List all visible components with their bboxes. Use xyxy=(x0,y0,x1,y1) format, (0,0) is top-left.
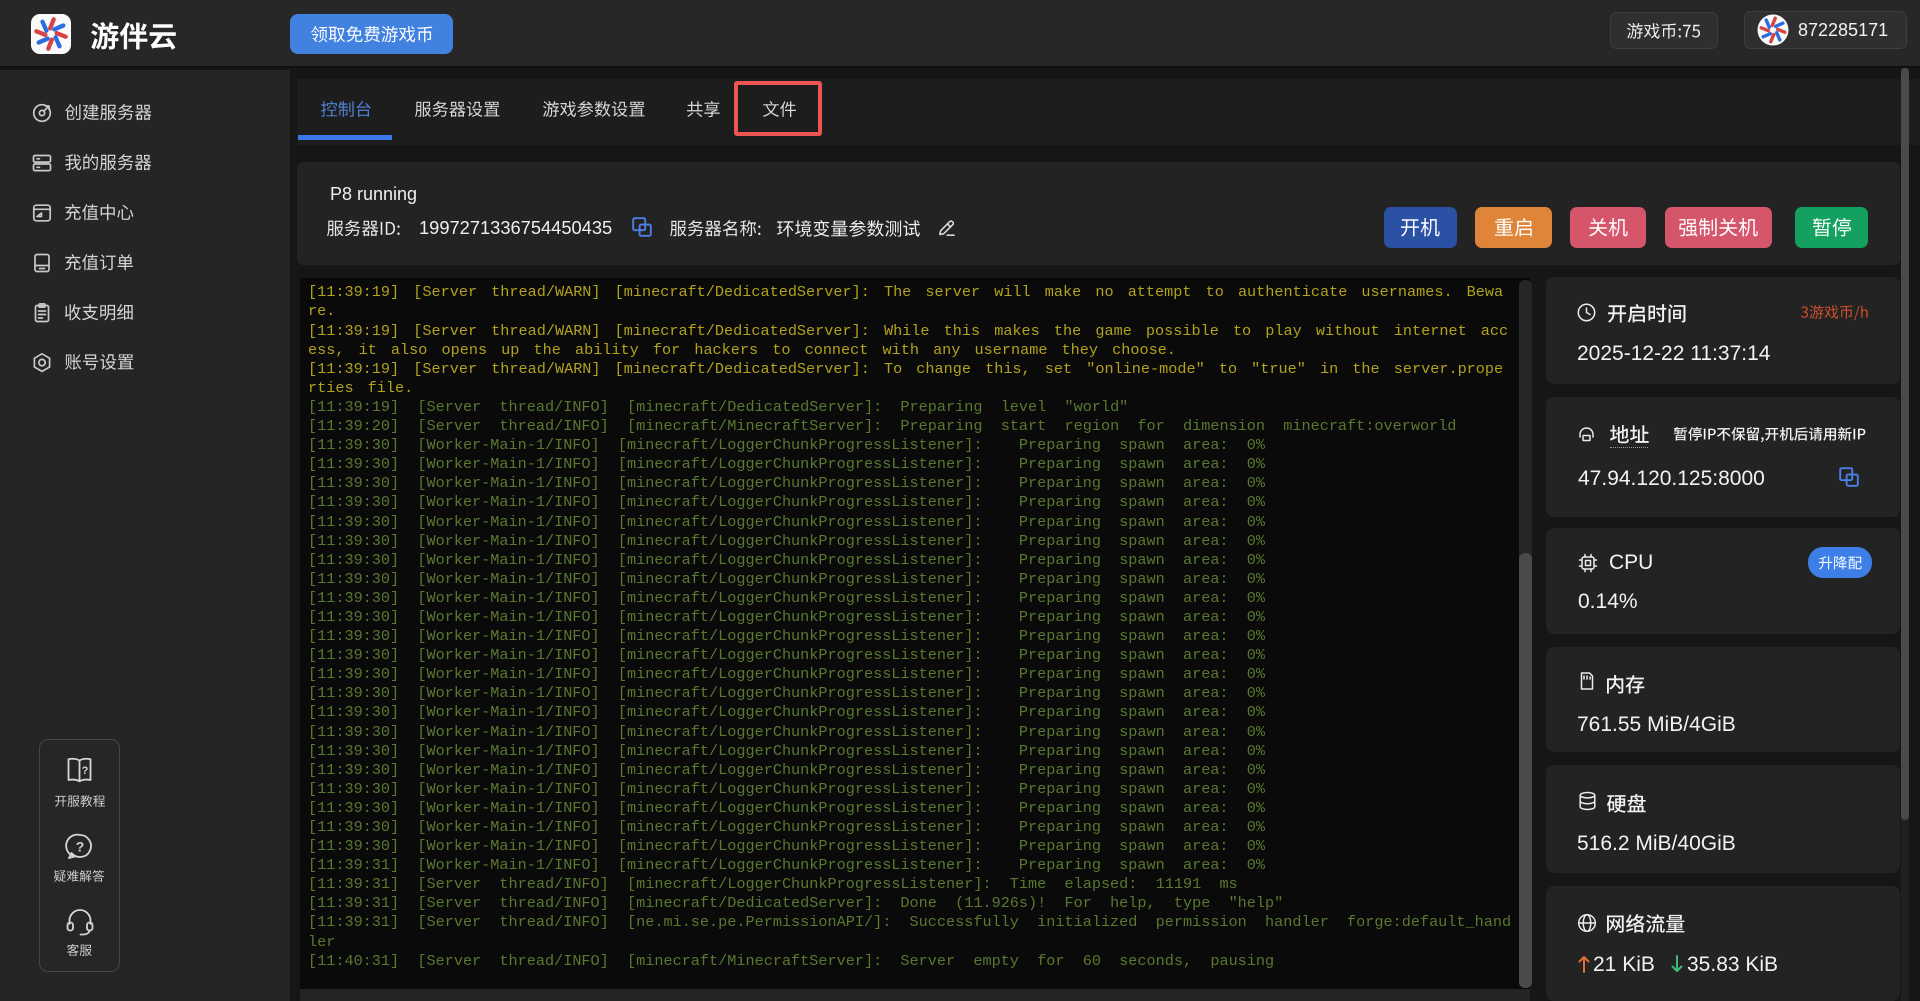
svg-text:?: ? xyxy=(82,765,89,777)
svg-text:?: ? xyxy=(76,839,85,855)
